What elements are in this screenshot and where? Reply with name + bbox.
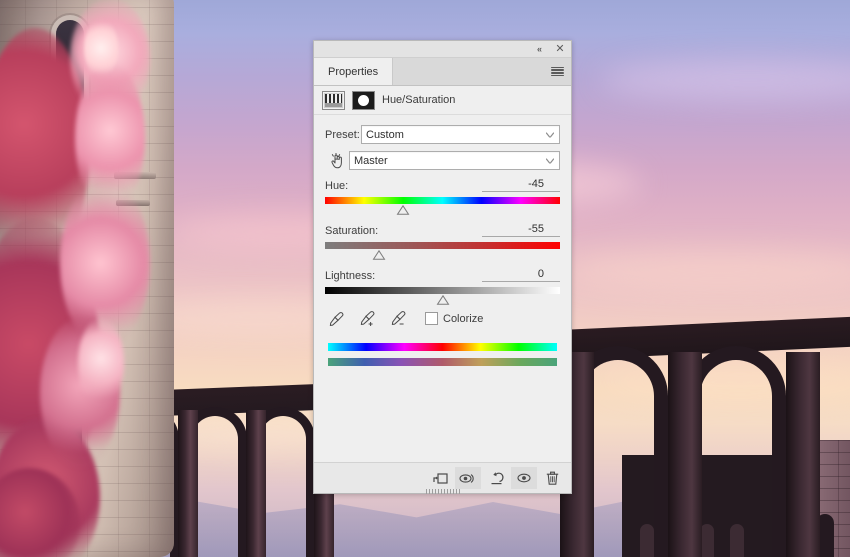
colorize-checkbox[interactable] bbox=[425, 312, 438, 325]
chevron-down-icon bbox=[546, 158, 554, 163]
slider-track[interactable] bbox=[325, 287, 560, 305]
slider-saturation[interactable]: Saturation: -55 bbox=[325, 222, 560, 260]
preset-row: Preset: Custom bbox=[325, 125, 560, 144]
colorize-control[interactable]: Colorize bbox=[425, 312, 483, 325]
aqueduct-right bbox=[560, 316, 850, 557]
eyedropper-minus-icon[interactable] bbox=[390, 310, 407, 327]
adjustment-header: Hue/Saturation bbox=[314, 86, 571, 115]
panel-tabstrip: Properties bbox=[314, 58, 571, 86]
slider-value[interactable]: 0 bbox=[482, 268, 560, 282]
panel-body: Preset: Custom Master Hue: -45 Saturatio… bbox=[314, 115, 571, 462]
tab-properties[interactable]: Properties bbox=[314, 58, 394, 85]
slider-label: Saturation: bbox=[325, 225, 379, 237]
slider-hue[interactable]: Hue: -45 bbox=[325, 177, 560, 215]
result-spectrum-bar[interactable] bbox=[328, 358, 557, 366]
view-previous-state-icon[interactable] bbox=[455, 467, 481, 489]
lightness-gradient-bar bbox=[325, 287, 560, 294]
application-canvas: « ✕ Properties Hue/Saturation Preset: Cu… bbox=[0, 0, 850, 557]
preset-value: Custom bbox=[366, 128, 404, 141]
blossom-vines bbox=[0, 0, 160, 557]
eyedropper-toolbar: Colorize bbox=[325, 310, 560, 327]
slider-thumb[interactable] bbox=[396, 205, 409, 215]
toggle-visibility-icon[interactable] bbox=[511, 467, 537, 489]
slider-track[interactable] bbox=[325, 242, 560, 260]
channel-select[interactable]: Master bbox=[349, 151, 560, 170]
layer-mask-icon[interactable] bbox=[352, 90, 375, 110]
panel-footer bbox=[314, 462, 571, 494]
slider-value[interactable]: -55 bbox=[482, 223, 560, 237]
delete-icon[interactable] bbox=[539, 467, 565, 489]
resize-grip[interactable] bbox=[425, 489, 460, 494]
channel-row: Master bbox=[325, 151, 560, 170]
slider-track[interactable] bbox=[325, 197, 560, 215]
preset-label: Preset: bbox=[325, 128, 360, 141]
channel-value: Master bbox=[354, 154, 388, 167]
saturation-gradient-bar bbox=[325, 242, 560, 249]
panel-titlebar: « ✕ bbox=[314, 41, 571, 58]
colorize-label: Colorize bbox=[443, 312, 484, 325]
properties-panel[interactable]: « ✕ Properties Hue/Saturation Preset: Cu… bbox=[313, 40, 572, 494]
adjustment-thumbnail-icon[interactable] bbox=[322, 90, 345, 110]
close-panel-icon[interactable]: ✕ bbox=[554, 43, 566, 55]
color-range-bars bbox=[325, 343, 560, 366]
adjustment-title: Hue/Saturation bbox=[382, 94, 456, 106]
eyedropper-plus-icon[interactable] bbox=[359, 310, 376, 327]
slider-lightness[interactable]: Lightness: 0 bbox=[325, 267, 560, 305]
slider-value[interactable]: -45 bbox=[482, 178, 560, 192]
hamburger-menu-icon[interactable] bbox=[551, 66, 564, 77]
slider-label: Hue: bbox=[325, 180, 349, 192]
slider-label: Lightness: bbox=[325, 270, 376, 282]
hue-gradient-bar bbox=[325, 197, 560, 204]
collapse-panel-icon[interactable]: « bbox=[533, 43, 545, 55]
slider-thumb[interactable] bbox=[372, 250, 386, 260]
clip-to-layer-icon[interactable] bbox=[427, 467, 453, 489]
slider-thumb[interactable] bbox=[436, 295, 449, 305]
reset-icon[interactable] bbox=[483, 467, 509, 489]
source-spectrum-bar[interactable] bbox=[328, 343, 557, 351]
preset-select[interactable]: Custom bbox=[361, 125, 560, 144]
hand-pointer-icon[interactable] bbox=[325, 152, 349, 169]
chevron-down-icon bbox=[546, 132, 554, 137]
eyedropper-icon[interactable] bbox=[328, 310, 345, 327]
